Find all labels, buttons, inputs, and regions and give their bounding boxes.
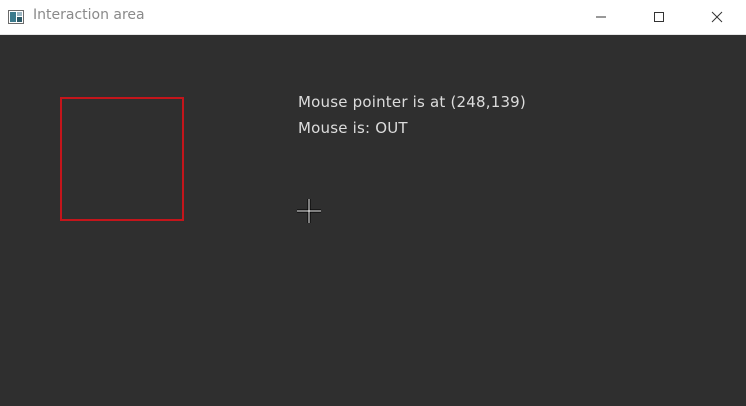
close-button[interactable] (694, 0, 740, 34)
pointer-position-text: Mouse pointer is at (248,139) (298, 93, 526, 111)
interaction-canvas[interactable]: Mouse pointer is at (248,139) Mouse is: … (0, 35, 746, 406)
target-region[interactable] (60, 97, 184, 221)
maximize-button[interactable] (636, 0, 682, 34)
mouse-status-text: Mouse is: OUT (298, 119, 408, 137)
minimize-button[interactable] (578, 0, 624, 34)
app-icon (8, 9, 24, 24)
crosshair-icon (297, 199, 321, 223)
close-icon (711, 11, 723, 23)
maximize-icon (654, 12, 664, 22)
minimize-icon (596, 16, 606, 18)
window-title: Interaction area (33, 7, 145, 23)
title-bar[interactable]: Interaction area (0, 0, 746, 35)
